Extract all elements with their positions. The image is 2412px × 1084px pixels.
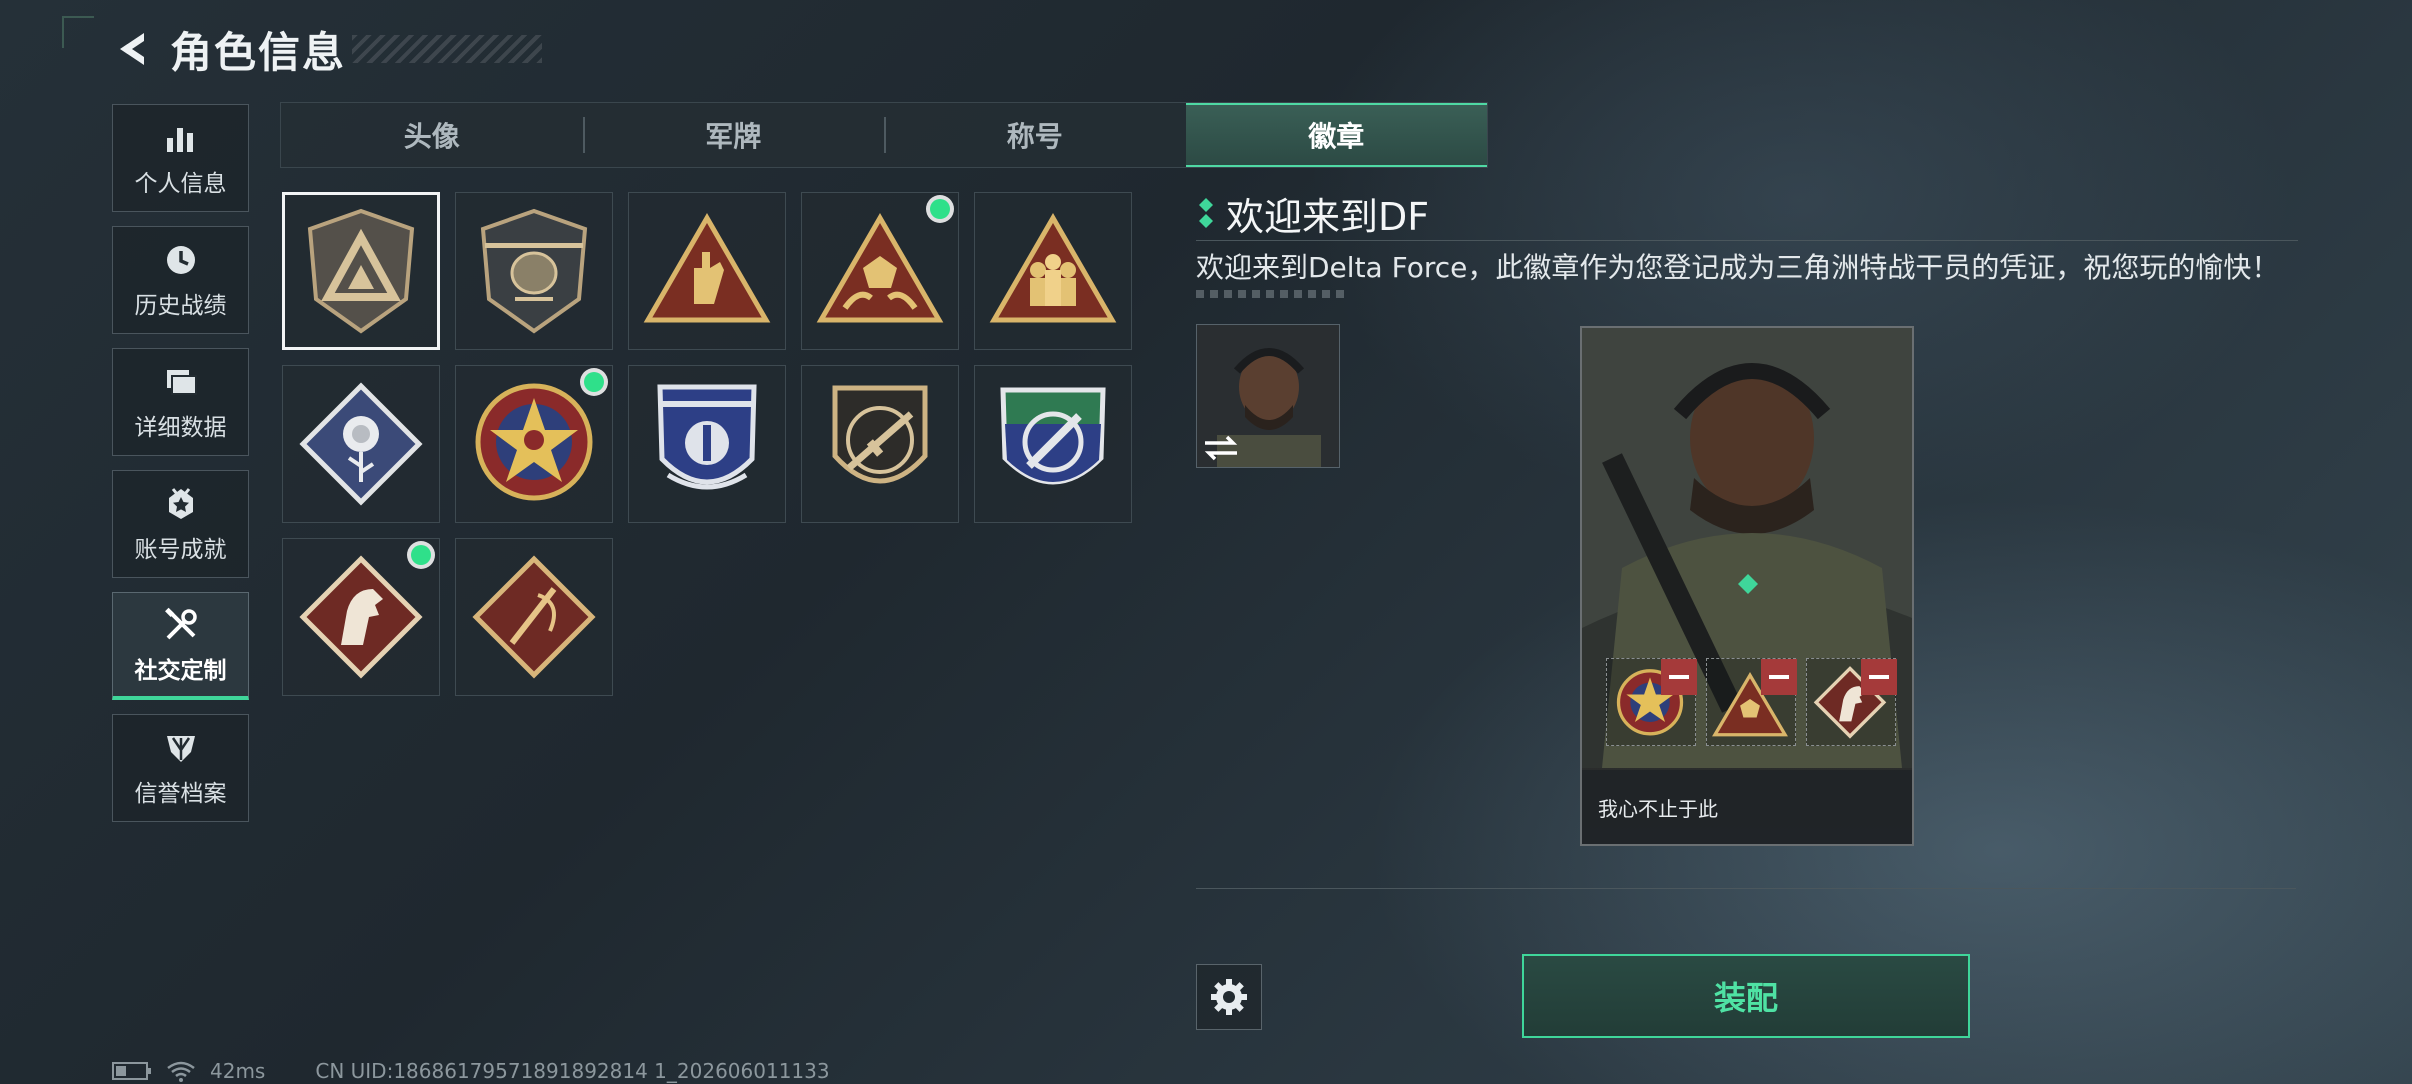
sidebar-item-credit-record[interactable]: 信誉档案 [112, 714, 249, 822]
ping-value: 42ms [210, 1059, 266, 1083]
squad-badge-icon [989, 213, 1117, 323]
detail-header: 欢迎来到DF [1196, 190, 2296, 239]
hand-sign-badge-icon [643, 213, 771, 323]
helicopter-badge-icon [480, 208, 588, 334]
battery-icon [112, 1062, 151, 1080]
sidebar: 个人信息 历史战绩 详细数据 账号成就 社交定制 信誉档案 [112, 104, 251, 836]
description-decoration [1196, 290, 1346, 298]
remove-badge-button[interactable] [1661, 659, 1697, 695]
badge-cell-hand-sign[interactable] [628, 192, 786, 350]
badge-cell-wings-shield[interactable] [628, 365, 786, 523]
sidebar-item-label: 历史战绩 [134, 293, 227, 319]
tab-badge[interactable]: 徽章 [1185, 103, 1487, 167]
card-signature-text: 我心不止于此 [1582, 770, 1912, 844]
wings-shield-badge-icon [657, 384, 757, 490]
sidebar-item-label: 账号成就 [134, 537, 227, 563]
page-header: 角色信息 [112, 24, 543, 77]
new-indicator-dot [411, 545, 431, 565]
status-bar: 42ms CN UID:18686179571891892814 1_20260… [112, 1058, 830, 1084]
folder-icon [161, 362, 201, 402]
sidebar-item-personal-info[interactable]: 个人信息 [112, 104, 249, 212]
settings-button[interactable] [1196, 964, 1262, 1030]
star-emblem-badge-icon [475, 383, 593, 501]
badge-cell-dice-hands[interactable] [801, 192, 959, 350]
bar-chart-icon [161, 118, 201, 158]
shield-rank-icon [161, 728, 201, 768]
dice-hands-badge-icon [816, 213, 944, 323]
badge-cell-delta-triangle[interactable] [282, 192, 440, 350]
badge-detail-panel: 欢迎来到DF 欢迎来到Delta Force，此徽章作为您登记成为三角洲特战干员… [1196, 190, 2298, 846]
frame-corner [62, 16, 94, 48]
sidebar-item-achievements[interactable]: 账号成就 [112, 470, 249, 578]
badge-cell-star-emblem[interactable] [455, 365, 613, 523]
horse-badge-icon [299, 555, 423, 679]
tab-bar: 头像 军牌 称号 徽章 [280, 102, 1488, 168]
divider [1196, 888, 2296, 889]
badge-cell-helicopter[interactable] [455, 192, 613, 350]
page-title: 角色信息 [170, 27, 347, 77]
sidebar-item-label: 个人信息 [134, 171, 227, 197]
equipped-slot-1[interactable] [1606, 658, 1697, 746]
badge-cell-horse[interactable] [282, 538, 440, 696]
new-indicator-dot [930, 199, 950, 219]
equipped-badge-slots [1606, 658, 1897, 748]
operator-avatar-thumbnail[interactable] [1196, 324, 1340, 468]
tab-dog-tag[interactable]: 军牌 [582, 103, 885, 167]
rose-badge-icon [299, 382, 423, 506]
title-decoration [352, 35, 543, 63]
badge-title: 欢迎来到DF [1226, 194, 1430, 239]
badge-cell-feather[interactable] [455, 538, 613, 696]
sidebar-item-label: 信誉档案 [134, 781, 227, 807]
swap-arrows-icon[interactable] [1201, 431, 1241, 465]
knife-shield-badge-icon [1000, 387, 1106, 485]
badge-description: 欢迎来到Delta Force，此徽章作为您登记成为三角洲特战干员的凭证，祝您玩… [1196, 251, 2280, 284]
badge-cell-rose[interactable] [282, 365, 440, 523]
sidebar-item-label: 社交定制 [134, 657, 227, 684]
sidebar-item-social-custom[interactable]: 社交定制 [112, 592, 249, 700]
diamond-marker-icon [1199, 198, 1213, 228]
badge-cell-rifle[interactable] [801, 365, 959, 523]
new-indicator-dot [584, 372, 604, 392]
gear-icon [1211, 979, 1247, 1015]
badge-cell-knife-shield[interactable] [974, 365, 1132, 523]
sidebar-item-label: 详细数据 [134, 415, 227, 441]
equipped-slot-2[interactable] [1706, 658, 1797, 746]
tab-avatar[interactable]: 头像 [281, 103, 583, 167]
tools-icon [161, 605, 201, 645]
badge-cell-squad[interactable] [974, 192, 1132, 350]
operator-card-preview: 我心不止于此 [1580, 326, 1914, 846]
tab-title[interactable]: 称号 [884, 103, 1186, 167]
wifi-icon [167, 1061, 195, 1082]
feather-badge-icon [472, 555, 596, 679]
uid-text: CN UID:18686179571891892814 1_2026060111… [315, 1059, 830, 1083]
divider [1196, 240, 2298, 241]
rifle-badge-icon [832, 385, 928, 484]
delta-triangle-badge-icon [307, 208, 415, 334]
history-clock-icon [161, 240, 201, 280]
remove-badge-button[interactable] [1861, 659, 1897, 695]
sidebar-item-history[interactable]: 历史战绩 [112, 226, 249, 334]
equipped-slot-3[interactable] [1806, 658, 1897, 746]
back-arrow-icon[interactable] [112, 27, 156, 71]
achievement-icon [161, 484, 201, 524]
remove-badge-button[interactable] [1761, 659, 1797, 695]
sidebar-item-detailed-data[interactable]: 详细数据 [112, 348, 249, 456]
equip-button[interactable]: 装配 [1522, 954, 1970, 1038]
